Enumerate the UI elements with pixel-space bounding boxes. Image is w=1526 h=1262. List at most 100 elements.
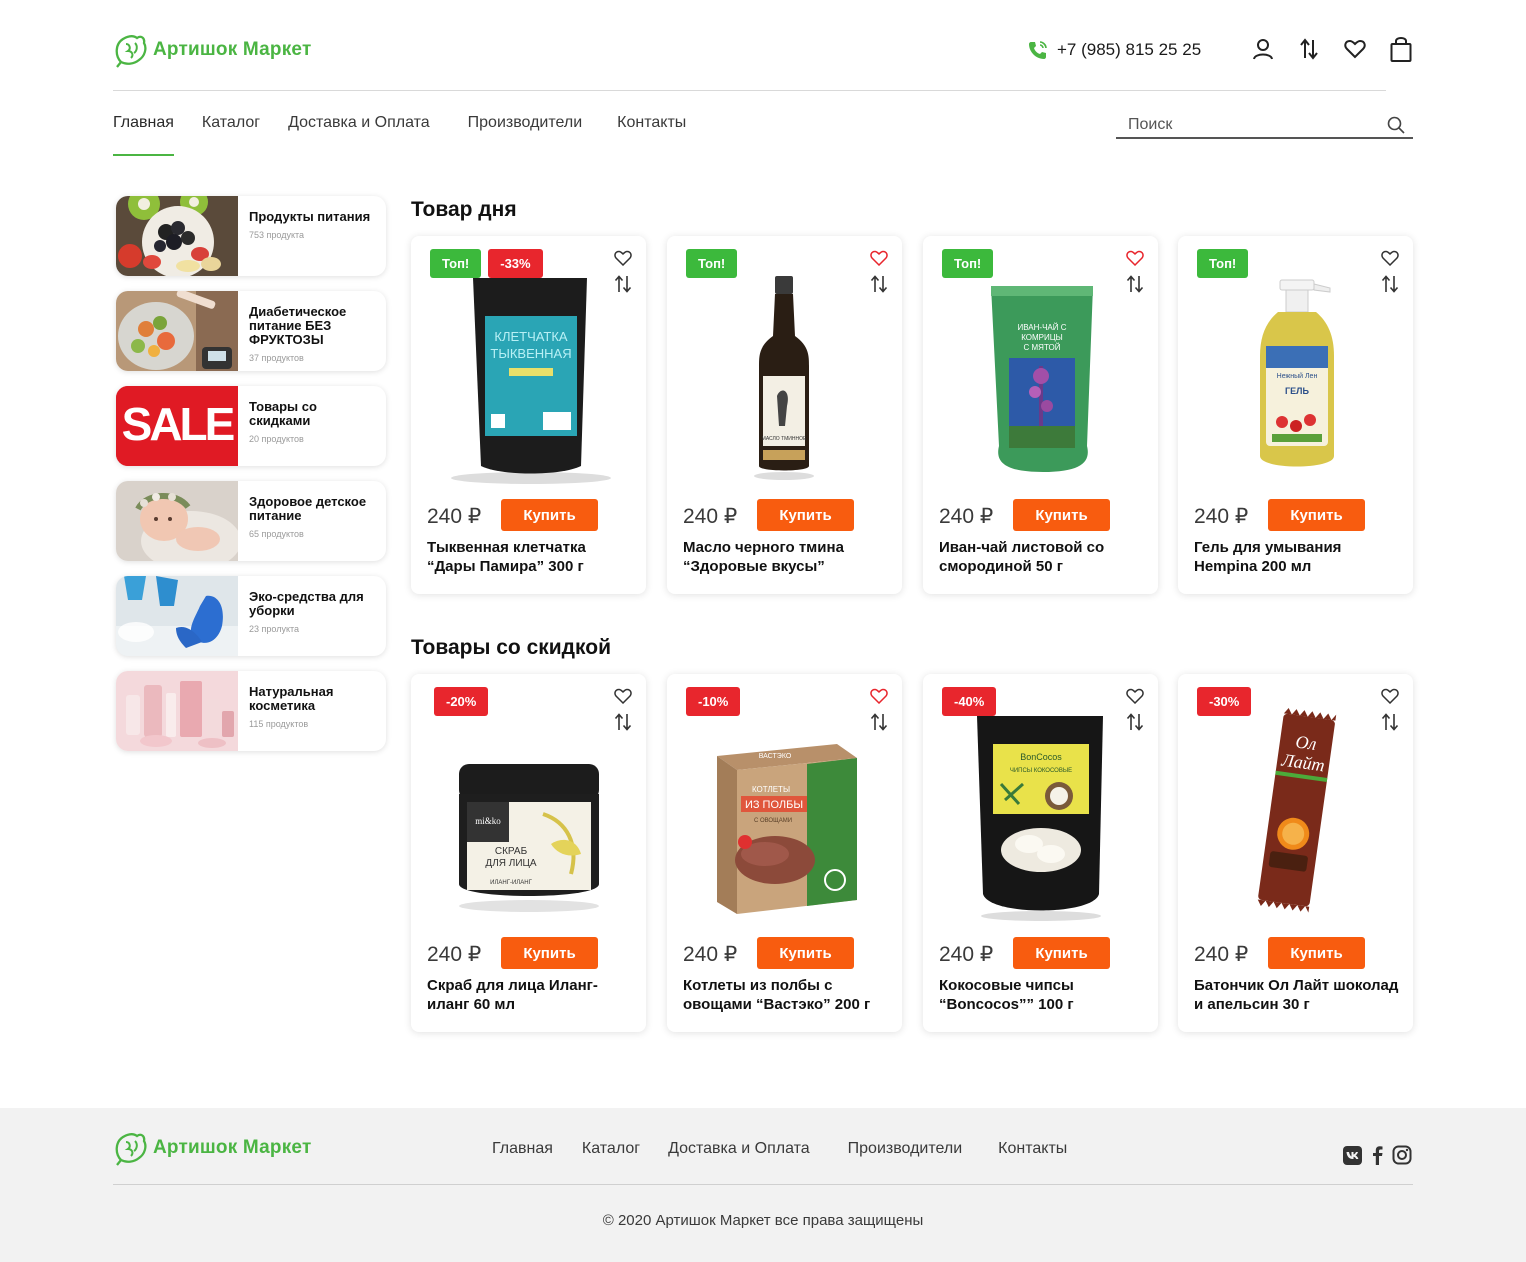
favorite-heart-icon[interactable]	[614, 250, 632, 266]
pack-text-oil: МАСЛО ТМИННОЕ	[762, 436, 807, 442]
phone-number: +7 (985) 815 25 25	[1057, 40, 1202, 59]
product-price: 240 ₽	[1194, 943, 1249, 966]
nav-contacts[interactable]: Контакты	[617, 114, 686, 156]
buy-button[interactable]: Купить	[1013, 937, 1110, 969]
buy-button[interactable]: Купить	[757, 499, 854, 531]
footer-nav-manufacturers[interactable]: Производители	[848, 1140, 963, 1158]
favorite-heart-icon[interactable]	[1126, 250, 1144, 266]
product-name[interactable]: Котлеты из полбы с овощами “Вастэко” 200…	[683, 976, 893, 1014]
product-card[interactable]: -30% Ол Лайт 240 ₽ Купить Батончик Ол Ла…	[1178, 674, 1413, 1032]
product-price: 240 ₽	[427, 943, 482, 966]
product-name[interactable]: Батончик Ол Лайт шоколад и апельсин 30 г	[1194, 976, 1404, 1014]
buy-button[interactable]: Купить	[757, 937, 854, 969]
buy-button[interactable]: Купить	[501, 499, 598, 531]
account-button[interactable]	[1251, 34, 1275, 64]
pack-text-scrub-4: ИЛАНГ-ИЛАНГ	[490, 880, 532, 886]
footer-nav-delivery[interactable]: Доставка и Оплата	[668, 1140, 810, 1158]
category-title: Диабетическое питание БЕЗ ФРУКТОЗЫ	[249, 304, 347, 347]
brand-name: Артишок Маркет	[153, 1137, 312, 1158]
search-icon[interactable]	[1387, 116, 1405, 134]
product-image: КЛЕТЧАТКА ТЫКВЕННАЯ	[431, 266, 626, 486]
main-nav: Главная Каталог Доставка и Оплата Произв…	[113, 114, 686, 156]
phone-icon	[1029, 41, 1047, 59]
category-food[interactable]: Продукты питания 753 продукта	[116, 196, 386, 276]
buy-button[interactable]: Купить	[1013, 499, 1110, 531]
site-footer: Артишок Маркет Главная Каталог Доставка …	[0, 1108, 1526, 1262]
nav-home[interactable]: Главная	[113, 114, 174, 156]
phone-contact[interactable]: +7 (985) 815 25 25	[1027, 40, 1201, 60]
footer-nav-contacts[interactable]: Контакты	[998, 1140, 1067, 1158]
artichoke-logo-icon	[115, 35, 147, 68]
favorite-heart-icon[interactable]	[614, 688, 632, 704]
product-card[interactable]: Топ! ИВАН-ЧАЙ С КОМРИЦЫ С МЯТОЙ 240 ₽ Ку…	[923, 236, 1158, 594]
category-image	[116, 481, 238, 561]
artichoke-logo-icon	[115, 1133, 147, 1166]
product-card[interactable]: Топ! Нежный Лен ГЕЛЬ 240 ₽ Купить Гель д…	[1178, 236, 1413, 594]
category-image	[116, 576, 238, 656]
favorite-heart-icon[interactable]	[1381, 250, 1399, 266]
pack-text-gel-2: ГЕЛЬ	[1285, 386, 1309, 396]
pack-text-fiber-1: КЛЕТЧАТКА	[494, 329, 568, 344]
footer-nav-home[interactable]: Главная	[492, 1140, 553, 1158]
footer-nav-catalog[interactable]: Каталог	[582, 1140, 640, 1158]
compare-icon	[1300, 38, 1318, 60]
product-price: 240 ₽	[427, 505, 482, 528]
category-cosmetics[interactable]: Натуральная косметика 115 продуктов	[116, 671, 386, 751]
site-logo[interactable]: Артишок Маркет	[113, 32, 311, 68]
favorite-heart-icon[interactable]	[870, 250, 888, 266]
pack-text-scrub-1: mi&ko	[475, 816, 501, 826]
category-title: Товары со скидками	[249, 399, 317, 428]
product-image: BonCocos ЧИПСЫ КОКОСОВЫЕ	[943, 704, 1138, 924]
social-links	[1343, 1145, 1412, 1165]
product-card[interactable]: -10% ВАСТЭКО КОТЛЕТЫ ИЗ ПОЛБЫ С ОВОЩАМИ …	[667, 674, 902, 1032]
instagram-icon[interactable]	[1392, 1145, 1412, 1165]
product-name[interactable]: Масло черного тмина “Здоровые вкусы”	[683, 538, 893, 576]
pack-text-tea-3: С МЯТОЙ	[1024, 343, 1061, 352]
favorites-button[interactable]	[1343, 34, 1367, 64]
product-name[interactable]: Кокосовые чипсы “Boncocos”” 100 г	[939, 976, 1149, 1014]
category-count: 65 продуктов	[249, 529, 304, 539]
product-image: Нежный Лен ГЕЛЬ	[1198, 266, 1393, 486]
category-sale[interactable]: SALE Товары со скидками 20 продуктов	[116, 386, 386, 466]
product-image: ВАСТЭКО КОТЛЕТЫ ИЗ ПОЛБЫ С ОВОЩАМИ	[687, 704, 882, 924]
category-eco-cleaning[interactable]: Эко-средства для уборки 23 пролукта	[116, 576, 386, 656]
buy-button[interactable]: Купить	[1268, 937, 1365, 969]
cart-button[interactable]	[1389, 34, 1413, 64]
search-input[interactable]	[1128, 115, 1368, 134]
favorite-heart-icon[interactable]	[1381, 688, 1399, 704]
section-title-day: Товар дня	[411, 198, 517, 221]
product-name[interactable]: Скраб для лица Иланг-иланг 60 мл	[427, 976, 637, 1014]
vk-icon[interactable]	[1343, 1145, 1362, 1165]
product-name[interactable]: Гель для умывания Hempina 200 мл	[1194, 538, 1404, 576]
favorite-heart-icon[interactable]	[1126, 688, 1144, 704]
product-card[interactable]: -40% BonCocos ЧИПСЫ КОКОСОВЫЕ 240 ₽ Купи…	[923, 674, 1158, 1032]
category-title: Эко-средства для уборки	[249, 589, 364, 618]
category-image	[116, 671, 238, 751]
category-kids[interactable]: Здоровое детское питание 65 продуктов	[116, 481, 386, 561]
footer-logo[interactable]: Артишок Маркет	[113, 1130, 311, 1166]
category-title: Здоровое детское питание	[249, 494, 367, 523]
product-card[interactable]: Топ! -33% КЛЕТЧАТКА ТЫКВЕННАЯ 240 ₽ Купи…	[411, 236, 646, 594]
favorite-heart-icon[interactable]	[870, 688, 888, 704]
facebook-icon[interactable]	[1370, 1145, 1384, 1165]
nav-delivery[interactable]: Доставка и Оплата	[288, 114, 430, 156]
compare-button[interactable]	[1297, 34, 1321, 64]
buy-button[interactable]: Купить	[501, 937, 598, 969]
category-count: 23 пролукта	[249, 624, 300, 634]
product-name[interactable]: Тыквенная клетчатка “Дары Памира” 300 г	[427, 538, 637, 576]
category-diabetic[interactable]: Диабетическое питание БЕЗ ФРУКТОЗЫ 37 пр…	[116, 291, 386, 371]
product-image: Ол Лайт	[1198, 704, 1393, 924]
category-image: SALE	[116, 386, 238, 466]
product-name[interactable]: Иван-чай листовой со смородиной 50 г	[939, 538, 1149, 576]
buy-button[interactable]: Купить	[1268, 499, 1365, 531]
category-title: Продукты питания	[249, 209, 371, 224]
category-image	[116, 196, 238, 276]
category-title: Натуральная косметика	[249, 684, 334, 713]
product-card[interactable]: -20% mi&ko СКРАБ ДЛЯ ЛИЦА ИЛАНГ-ИЛАНГ 24…	[411, 674, 646, 1032]
nav-catalog[interactable]: Каталог	[202, 114, 260, 156]
product-price: 240 ₽	[939, 505, 994, 528]
footer-nav: Главная Каталог Доставка и Оплата Произв…	[492, 1140, 1067, 1158]
product-card[interactable]: Топ! МАСЛО ТМИННОЕ 240 ₽ Купить Масло че…	[667, 236, 902, 594]
pack-text-cutlets-2: КОТЛЕТЫ	[752, 785, 790, 794]
nav-manufacturers[interactable]: Производители	[468, 114, 583, 156]
